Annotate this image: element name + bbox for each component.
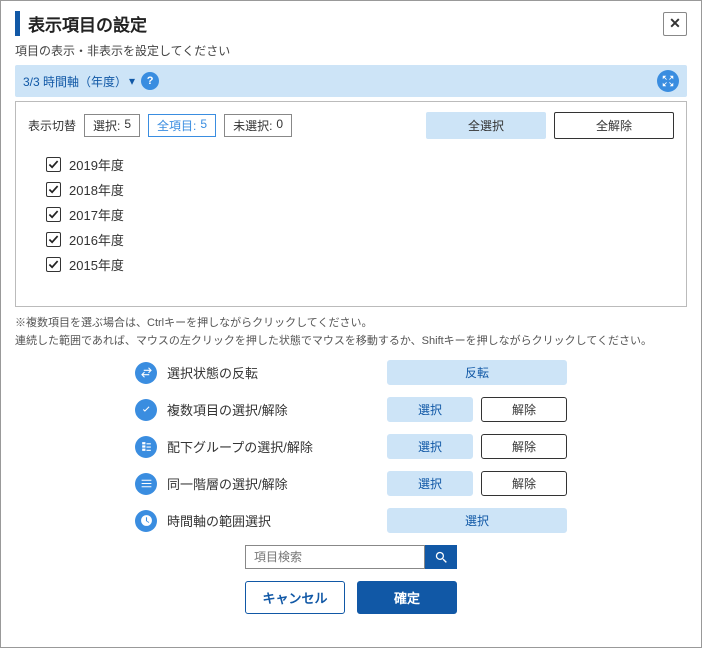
help-icon[interactable]: ?: [141, 72, 159, 90]
action-label: 時間軸の範囲選択: [167, 511, 347, 530]
deselect-button[interactable]: 解除: [481, 434, 567, 459]
action-row-same-level: 同一階層の選択/解除 選択 解除: [135, 471, 687, 496]
dialog-title: 表示項目の設定: [15, 11, 147, 36]
year-label: 2017年度: [69, 205, 124, 224]
action-row-time-range: 時間軸の範囲選択 選択: [135, 508, 687, 533]
checkbox[interactable]: [46, 182, 61, 197]
expand-arrows-icon: [661, 74, 675, 88]
check-icon: [48, 209, 59, 220]
list-icon: [135, 473, 157, 495]
action-row-multi: 複数項目の選択/解除 選択 解除: [135, 397, 687, 422]
chevron-down-icon: ▾: [129, 74, 135, 88]
list-item[interactable]: 2018年度: [46, 180, 674, 199]
deselect-button[interactable]: 解除: [481, 397, 567, 422]
confirm-button[interactable]: 確定: [357, 581, 457, 614]
checkbox[interactable]: [46, 257, 61, 272]
deselect-button[interactable]: 解除: [481, 471, 567, 496]
action-rows: 選択状態の反転 反転 複数項目の選択/解除 選択 解除 配下グループの選択/解除…: [15, 360, 687, 533]
check-icon: [48, 259, 59, 270]
year-list: 2019年度 2018年度 2017年度 2016年度 2015年度: [28, 155, 674, 274]
action-label: 選択状態の反転: [167, 363, 347, 382]
select-button[interactable]: 選択: [387, 508, 567, 533]
search-icon: [434, 550, 449, 565]
action-row-group: 配下グループの選択/解除 選択 解除: [135, 434, 687, 459]
deselect-all-button[interactable]: 全解除: [554, 112, 674, 139]
tab-bar: 3/3 時間軸（年度） ▾ ?: [15, 65, 687, 97]
close-button[interactable]: ✕: [663, 12, 687, 36]
dialog-header: 表示項目の設定 ✕: [15, 11, 687, 36]
list-item[interactable]: 2016年度: [46, 230, 674, 249]
year-label: 2016年度: [69, 230, 124, 249]
toolbar: 表示切替 選択: 5 全項目: 5 未選択: 0 全選択 全解除: [28, 112, 674, 139]
invert-button[interactable]: 反転: [387, 360, 567, 385]
switch-label: 表示切替: [28, 117, 76, 134]
hint-text: ※複数項目を選ぶ場合は、Ctrlキーを押しながらクリックしてください。 連続した…: [15, 315, 687, 350]
dialog-subtitle: 項目の表示・非表示を設定してください: [15, 42, 687, 59]
swap-icon: [135, 362, 157, 384]
year-label: 2018年度: [69, 180, 124, 199]
content-box: 表示切替 選択: 5 全項目: 5 未選択: 0 全選択 全解除 2019年度: [15, 101, 687, 307]
expand-icon[interactable]: [657, 70, 679, 92]
action-row-invert: 選択状態の反転 反転: [135, 360, 687, 385]
cancel-button[interactable]: キャンセル: [245, 581, 345, 614]
select-all-button[interactable]: 全選択: [426, 112, 546, 139]
select-button[interactable]: 選択: [387, 434, 473, 459]
select-button[interactable]: 選択: [387, 397, 473, 422]
list-item[interactable]: 2019年度: [46, 155, 674, 174]
close-icon: ✕: [669, 15, 681, 32]
check-icon: [48, 234, 59, 245]
checkbox[interactable]: [46, 207, 61, 222]
footer-buttons: キャンセル 確定: [15, 581, 687, 614]
tab-selected-label: 3/3 時間軸（年度）: [23, 73, 127, 90]
select-button[interactable]: 選択: [387, 471, 473, 496]
settings-dialog: 表示項目の設定 ✕ 項目の表示・非表示を設定してください 3/3 時間軸（年度）…: [0, 0, 702, 648]
action-label: 配下グループの選択/解除: [167, 437, 347, 456]
tab-left: 3/3 時間軸（年度） ▾ ?: [23, 72, 159, 90]
tab-select[interactable]: 3/3 時間軸（年度） ▾: [23, 73, 135, 90]
action-label: 同一階層の選択/解除: [167, 474, 347, 493]
selected-count-box: 選択: 5: [84, 114, 140, 137]
unselected-count-box: 未選択: 0: [224, 114, 292, 137]
year-label: 2015年度: [69, 255, 124, 274]
clock-icon: [135, 510, 157, 532]
list-item[interactable]: 2015年度: [46, 255, 674, 274]
check-icon: [48, 184, 59, 195]
search-input[interactable]: [245, 545, 425, 569]
search-row: [15, 545, 687, 569]
tree-icon: [135, 436, 157, 458]
all-count-box: 全項目: 5: [148, 114, 216, 137]
list-item[interactable]: 2017年度: [46, 205, 674, 224]
year-label: 2019年度: [69, 155, 124, 174]
check-icon: [48, 159, 59, 170]
checkbox[interactable]: [46, 232, 61, 247]
checkbox[interactable]: [46, 157, 61, 172]
action-label: 複数項目の選択/解除: [167, 400, 347, 419]
search-button[interactable]: [425, 545, 457, 569]
check-circle-icon: [135, 399, 157, 421]
